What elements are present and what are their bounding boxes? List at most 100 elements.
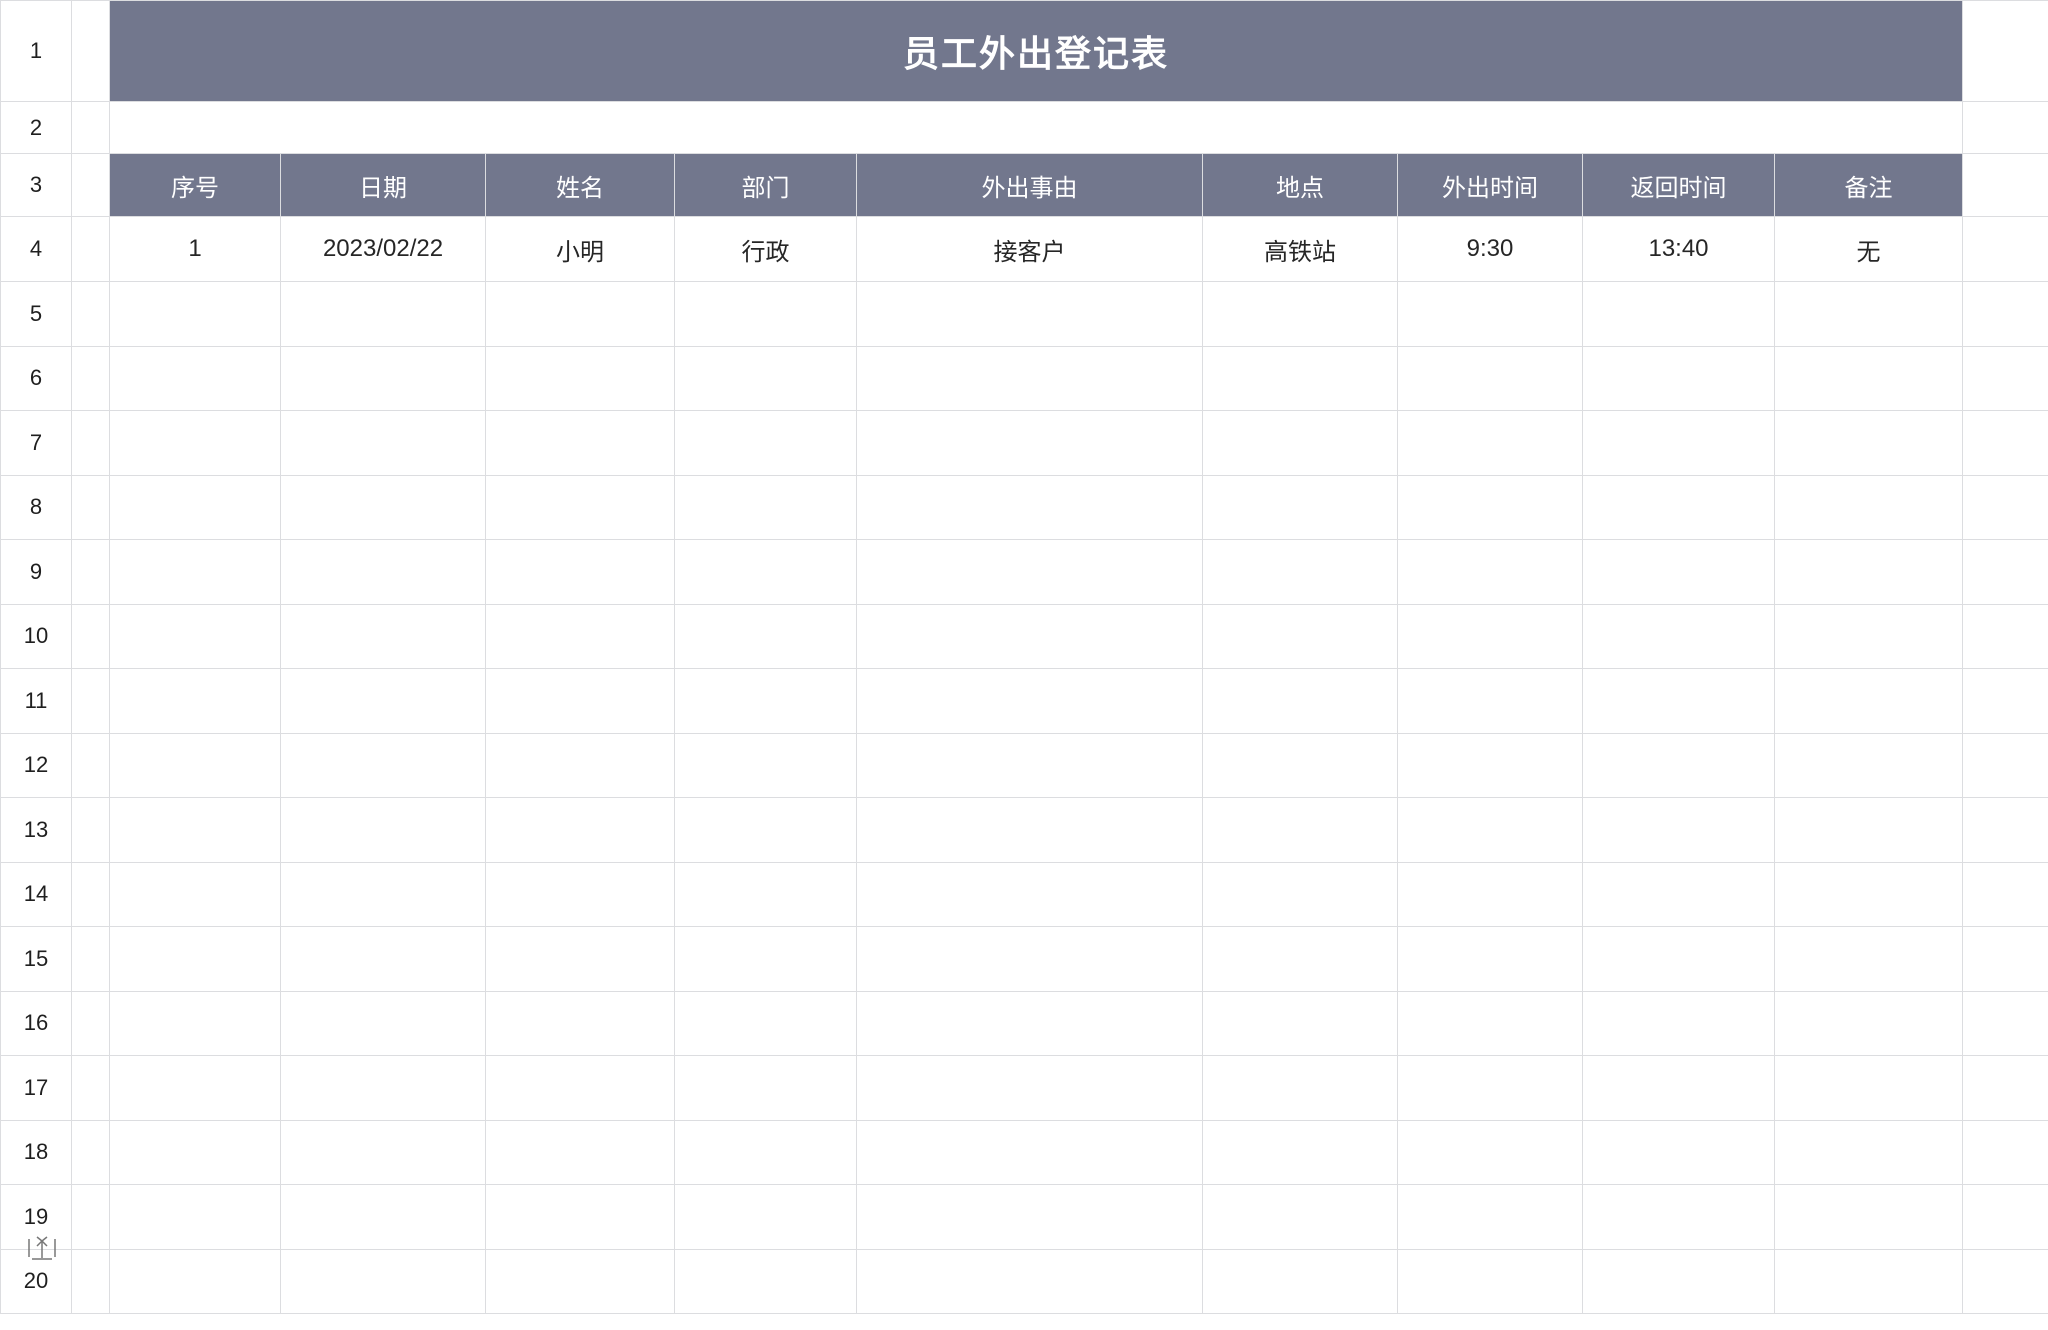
cell[interactable]	[71, 281, 110, 347]
cell[interactable]	[674, 926, 857, 992]
cell[interactable]	[71, 1119, 110, 1185]
cell[interactable]	[1962, 539, 2048, 605]
cell[interactable]	[280, 1184, 486, 1250]
cell[interactable]	[109, 990, 281, 1056]
cell[interactable]	[109, 474, 281, 540]
cell[interactable]	[280, 410, 486, 476]
cell[interactable]	[674, 281, 857, 347]
cell[interactable]	[280, 926, 486, 992]
row-resize-icon[interactable]	[28, 1235, 56, 1261]
cell[interactable]	[71, 603, 110, 669]
cell[interactable]	[1202, 668, 1398, 734]
cell[interactable]	[71, 668, 110, 734]
row-header[interactable]: 8	[0, 474, 72, 540]
cell[interactable]	[1397, 281, 1583, 347]
cell[interactable]	[485, 926, 675, 992]
cell[interactable]	[71, 990, 110, 1056]
cell[interactable]	[674, 668, 857, 734]
cell[interactable]	[485, 410, 675, 476]
cell-department[interactable]: 行政	[674, 216, 857, 282]
cell[interactable]	[109, 797, 281, 863]
cell[interactable]	[1397, 668, 1583, 734]
cell[interactable]	[856, 603, 1203, 669]
cell[interactable]	[485, 1119, 675, 1185]
cell[interactable]	[280, 797, 486, 863]
cell[interactable]	[1202, 603, 1398, 669]
cell[interactable]	[1397, 1119, 1583, 1185]
row-header[interactable]: 13	[0, 797, 72, 863]
cell[interactable]	[109, 345, 281, 411]
cell[interactable]	[1202, 990, 1398, 1056]
cell[interactable]	[1962, 861, 2048, 927]
cell[interactable]	[109, 539, 281, 605]
cell[interactable]	[71, 861, 110, 927]
row-header[interactable]: 2	[0, 101, 72, 154]
cell[interactable]	[71, 1184, 110, 1250]
cell[interactable]	[1582, 926, 1775, 992]
cell[interactable]	[1962, 474, 2048, 540]
cell[interactable]	[1962, 216, 2048, 282]
cell[interactable]	[1397, 410, 1583, 476]
cell[interactable]	[485, 668, 675, 734]
cell[interactable]	[109, 1184, 281, 1250]
column-header-out-time[interactable]: 外出时间	[1397, 153, 1583, 217]
cell[interactable]	[1202, 1248, 1398, 1314]
cell[interactable]	[674, 410, 857, 476]
cell[interactable]	[109, 861, 281, 927]
row-header[interactable]: 18	[0, 1119, 72, 1185]
cell-reason[interactable]: 接客户	[856, 216, 1203, 282]
row-header[interactable]: 7	[0, 410, 72, 476]
cell-name[interactable]: 小明	[485, 216, 675, 282]
cell[interactable]	[1397, 474, 1583, 540]
cell[interactable]	[1773, 732, 1964, 798]
cell[interactable]	[674, 990, 857, 1056]
cell[interactable]	[674, 861, 857, 927]
cell[interactable]	[856, 861, 1203, 927]
row-header[interactable]: 3	[0, 153, 72, 217]
cell[interactable]	[1773, 474, 1964, 540]
cell[interactable]	[485, 603, 675, 669]
cell-location[interactable]: 高铁站	[1202, 216, 1398, 282]
cell[interactable]	[856, 539, 1203, 605]
cell[interactable]	[485, 797, 675, 863]
cell[interactable]	[1582, 603, 1775, 669]
cell[interactable]	[1962, 1248, 2048, 1314]
cell[interactable]	[1773, 861, 1964, 927]
cell[interactable]	[856, 926, 1203, 992]
cell[interactable]	[1962, 732, 2048, 798]
cell[interactable]	[1962, 1055, 2048, 1121]
cell[interactable]	[1773, 668, 1964, 734]
cell[interactable]	[1582, 1055, 1775, 1121]
cell[interactable]	[1582, 732, 1775, 798]
cell[interactable]	[109, 1055, 281, 1121]
cell[interactable]	[71, 474, 110, 540]
row-header[interactable]: 6	[0, 345, 72, 411]
cell[interactable]	[109, 1119, 281, 1185]
column-header-location[interactable]: 地点	[1202, 153, 1398, 217]
cell[interactable]	[71, 345, 110, 411]
cell[interactable]	[1397, 990, 1583, 1056]
cell[interactable]	[674, 603, 857, 669]
cell[interactable]	[280, 281, 486, 347]
cell[interactable]	[1773, 281, 1964, 347]
row-header[interactable]: 17	[0, 1055, 72, 1121]
row-header[interactable]: 10	[0, 603, 72, 669]
cell[interactable]	[280, 990, 486, 1056]
cell[interactable]	[1962, 603, 2048, 669]
cell[interactable]	[1202, 345, 1398, 411]
cell[interactable]	[1773, 926, 1964, 992]
cell[interactable]	[109, 1248, 281, 1314]
cell[interactable]	[280, 603, 486, 669]
cell[interactable]	[856, 474, 1203, 540]
cell[interactable]	[1962, 668, 2048, 734]
cell[interactable]	[674, 797, 857, 863]
cell[interactable]	[1773, 797, 1964, 863]
column-header-reason[interactable]: 外出事由	[856, 153, 1203, 217]
cell[interactable]	[1397, 1184, 1583, 1250]
cell[interactable]	[1582, 474, 1775, 540]
cell[interactable]	[485, 732, 675, 798]
cell[interactable]	[856, 1119, 1203, 1185]
cell[interactable]	[1962, 281, 2048, 347]
cell[interactable]	[1202, 926, 1398, 992]
cell[interactable]	[109, 668, 281, 734]
